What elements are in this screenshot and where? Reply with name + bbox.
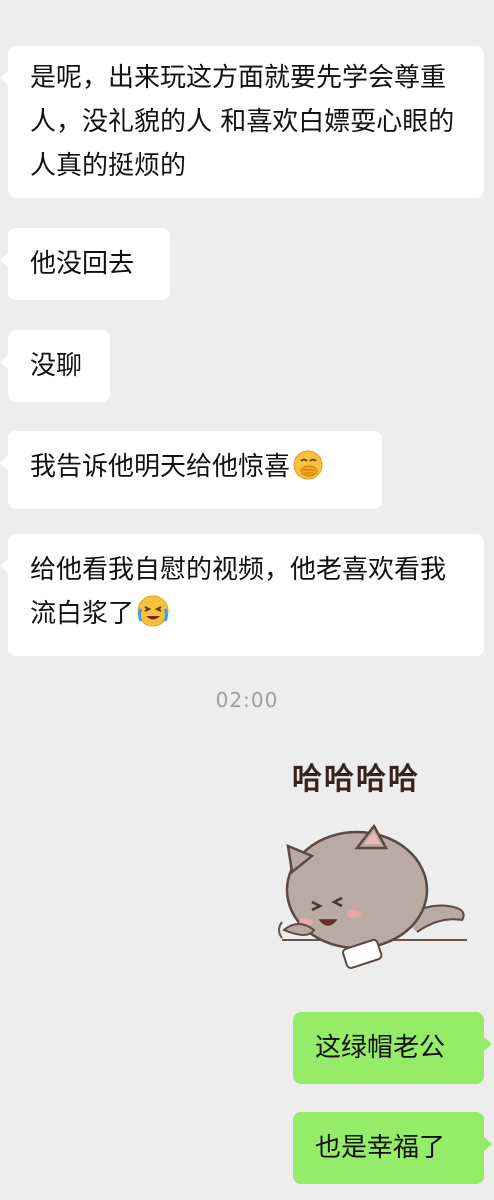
chat-view[interactable]: 是呢，出来玩这方面就要先学会尊重人，没礼貌的人 和喜欢白嫖耍心眼的人真的挺烦的 … <box>0 0 494 1200</box>
crying-face-emoji <box>136 594 170 642</box>
hand-over-mouth-emoji <box>292 449 324 495</box>
message-text: 给他看我自慰的视频，他老喜欢看我流白浆了 <box>30 555 447 629</box>
outgoing-message[interactable]: 这绿帽老公 <box>293 1012 492 1084</box>
incoming-message[interactable]: 他没回去 <box>0 228 170 300</box>
message-timestamp: 02:00 <box>215 688 279 712</box>
message-text: 我告诉他明天给他惊喜 <box>30 452 291 482</box>
incoming-message[interactable]: 没聊 <box>0 330 110 402</box>
incoming-message[interactable]: 我告诉他明天给他惊喜 <box>0 431 382 509</box>
message-text: 是呢，出来玩这方面就要先学会尊重人，没礼貌的人 和喜欢白嫖耍心眼的人真的挺烦的 <box>30 63 455 181</box>
message-text: 没聊 <box>30 351 83 381</box>
laughing-cat-sticker[interactable]: 哈哈哈哈 <box>262 740 482 990</box>
outgoing-message[interactable]: 也是幸福了 <box>293 1112 492 1184</box>
message-text: 这绿帽老公 <box>315 1033 446 1063</box>
incoming-message[interactable]: 给他看我自慰的视频，他老喜欢看我流白浆了 <box>0 534 484 656</box>
message-text: 他没回去 <box>30 249 135 279</box>
message-text: 也是幸福了 <box>315 1133 446 1163</box>
incoming-message[interactable]: 是呢，出来玩这方面就要先学会尊重人，没礼貌的人 和喜欢白嫖耍心眼的人真的挺烦的 <box>0 46 484 198</box>
sticker-caption: 哈哈哈哈 <box>292 762 420 797</box>
